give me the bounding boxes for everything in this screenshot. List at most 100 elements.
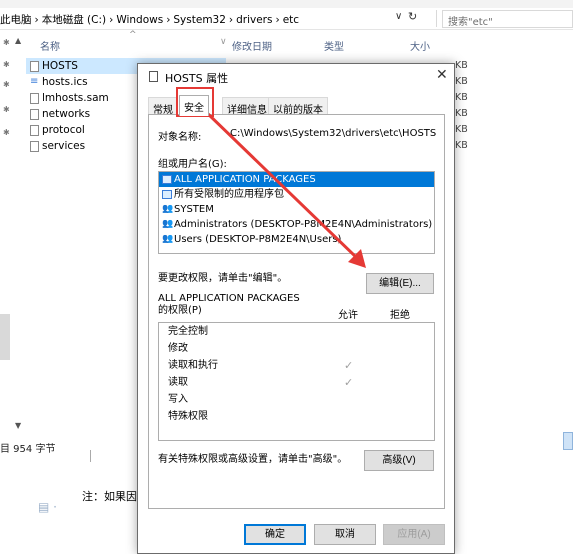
breadcrumb-item[interactable]: System32 [173,14,226,26]
refresh-icon[interactable]: ↻ [408,10,417,23]
breadcrumb-item[interactable]: drivers [236,14,272,26]
pin-icon[interactable]: ✱ [3,38,10,47]
column-name[interactable]: 名称 [40,38,60,53]
file-size: KB [455,60,468,71]
file-icon [30,125,39,136]
tab-security[interactable]: 安全 [179,95,209,116]
permission-name: 修改 [168,343,188,354]
group-list[interactable]: ALL APPLICATION PACKAGES 所有受限制的应用程序包 👥 SYST… [158,171,435,254]
column-modified[interactable]: 修改日期 [232,38,272,53]
check-icon: ✓ [344,376,354,389]
pin-icon[interactable]: ✱ [3,105,10,114]
group-list-item[interactable]: ALL APPLICATION PACKAGES [159,172,434,187]
permission-name: 读取 [168,377,188,388]
navigation-pane[interactable]: ✱ ✱ ✱ ✱ ✱ ▲ ▼ [0,30,26,440]
object-name-value: C:\Windows\System32\drivers\etc\HOSTS [230,128,437,139]
breadcrumb[interactable]: 此电脑 › 本地磁盘 (C:) › Windows › System32 › drivers › e… [0,12,302,27]
tab-previous-versions[interactable]: 以前的版本 [268,97,328,116]
text-cursor [90,450,91,462]
check-icon: ✓ [344,359,354,372]
group-name: SYSTEM [174,204,214,215]
file-name: HOSTS [42,60,78,72]
permission-list[interactable]: 完全控制修改读取和执行 ✓ 读取 ✓ 写入特殊权限 [158,322,435,441]
group-list-item[interactable]: 👥 Users (DESKTOP-P8M2E4N\Users) [159,232,434,247]
address-separator [436,10,437,27]
permissions-suffix: 的权限(P) [158,305,202,316]
file-size: KB [455,92,468,103]
scroll-handle[interactable] [563,432,573,450]
permission-row: 修改 [159,340,434,357]
file-icon [30,93,39,104]
file-icon [30,109,39,120]
breadcrumb-separator-icon[interactable]: › [275,14,279,26]
search-input[interactable]: 搜索"etc" [442,10,573,28]
group-name: 所有受限制的应用程序包 [174,189,284,200]
permission-name: 完全控制 [168,326,208,337]
dialog-title: HOSTS 属性 [165,72,229,85]
column-dropdown-icon[interactable]: ∨ [220,37,227,47]
file-name: networks [42,108,91,120]
file-name: hosts.ics [42,76,88,88]
users-icon: 👥 [162,204,174,214]
users-icon: 👥 [162,219,174,229]
pin-icon[interactable]: ✱ [3,80,10,89]
file-icon [30,141,39,152]
apply-button[interactable]: 应用(A) [383,524,445,545]
group-icon [162,175,172,184]
pin-icon[interactable]: ✱ [3,128,10,137]
group-name: ALL APPLICATION PACKAGES [174,174,316,185]
breadcrumb-item[interactable]: etc [283,14,299,26]
ok-button[interactable]: 确定 [244,524,306,545]
scroll-down-icon[interactable]: ▼ [15,421,21,430]
object-name-label: 对象名称: [158,132,202,143]
group-list-item[interactable]: 👥 Administrators (DESKTOP-P8M2E4N\Adminis… [159,217,434,232]
pin-icon[interactable]: ✱ [3,60,10,69]
breadcrumb-item[interactable]: 本地磁盘 (C:) [42,14,106,26]
file-name: services [42,140,86,152]
close-icon[interactable]: ✕ [436,67,448,83]
group-list-item[interactable]: 所有受限制的应用程序包 [159,187,434,202]
group-icon [162,190,172,199]
breadcrumb-separator-icon[interactable]: › [35,14,39,26]
breadcrumb-item[interactable]: 此电脑 [0,14,32,26]
permission-row: 特殊权限 [159,408,434,425]
properties-dialog: HOSTS 属性 ✕ 常规 安全 详细信息 以前的版本 对象名称: C:\Window… [137,63,455,554]
permission-row: 读取和执行 ✓ [159,357,434,374]
explorer-titlebar [0,0,573,8]
address-bar[interactable]: 此电脑 › 本地磁盘 (C:) › Windows › System32 › drivers › e… [0,8,573,30]
file-icon [149,71,158,82]
edit-hint: 要更改权限，请单击"编辑"。 [158,273,288,284]
permission-row: 读取 ✓ [159,374,434,391]
scroll-up-icon[interactable]: ▲ [15,36,21,45]
sort-icon: ^ [129,30,137,40]
dialog-titlebar[interactable]: HOSTS 属性 ✕ [138,64,454,89]
group-list-item[interactable]: 👥 SYSTEM [159,202,434,217]
permission-name: 特殊权限 [168,411,208,422]
breadcrumb-separator-icon[interactable]: › [109,14,113,26]
file-name: protocol [42,124,85,136]
breadcrumb-separator-icon[interactable]: › [166,14,170,26]
users-icon: 👥 [162,234,174,244]
edit-button[interactable]: 编辑(E)... [366,273,434,294]
address-dropdown-icon[interactable]: ∨ [395,11,402,22]
breadcrumb-item[interactable]: Windows [116,14,163,26]
file-icon: ≡ [30,74,39,87]
note-text: 注：如果因 [82,490,137,503]
cancel-button[interactable]: 取消 [314,524,376,545]
tab-general[interactable]: 常规 [148,97,178,116]
scrollbar-thumb[interactable] [0,314,10,360]
tab-details[interactable]: 详细信息 [222,97,272,116]
permission-row: 完全控制 [159,323,434,340]
permission-name: 读取和执行 [168,360,218,371]
advanced-button[interactable]: 高级(V) [364,450,434,471]
column-size[interactable]: 大小 [410,38,430,53]
permissions-for-group: ALL APPLICATION PACKAGES [158,293,300,304]
advanced-hint: 有关特殊权限或高级设置，请单击"高级"。 [158,454,348,465]
file-name: lmhosts.sam [42,92,109,104]
group-label: 组或用户名(G): [158,159,227,170]
breadcrumb-separator-icon[interactable]: › [229,14,233,26]
permissions-for-label: ALL APPLICATION PACKAGES 的权限(P) [158,293,300,317]
allow-header: 允许 [338,310,358,321]
column-type[interactable]: 类型 [324,38,344,53]
permission-row: 写入 [159,391,434,408]
